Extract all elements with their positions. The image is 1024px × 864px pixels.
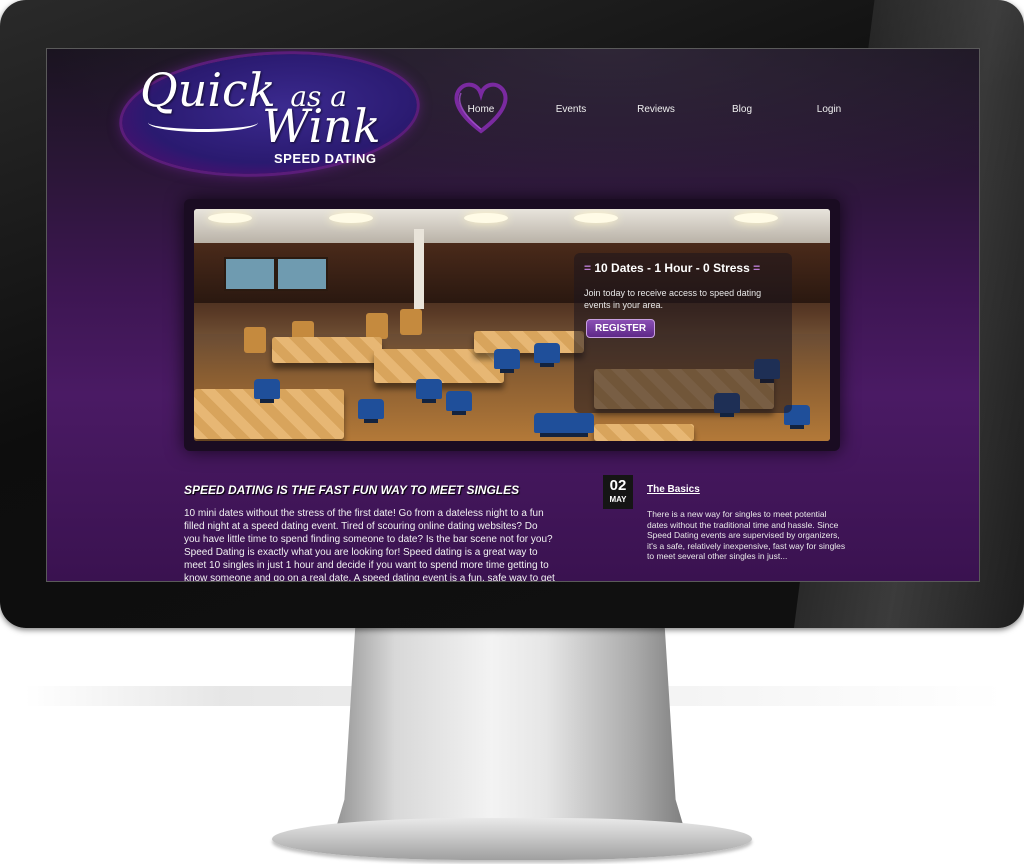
logo-subtitle: SPEED DATING [274, 151, 377, 166]
photo-window [224, 257, 276, 291]
ceiling-lamp [329, 213, 373, 223]
ceiling-lamp [734, 213, 778, 223]
chair [534, 343, 560, 363]
chair [254, 379, 280, 399]
site-logo[interactable]: Quick as a Wink SPEED DATING [118, 49, 422, 184]
nav-blog[interactable]: Blog [727, 104, 757, 115]
hero-description: Join today to receive access to speed da… [584, 288, 762, 310]
nav-events[interactable]: Events [549, 104, 593, 115]
main-nav: Home Events Reviews Blog Login [447, 75, 877, 139]
hero-title: = 10 Dates - 1 Hour - 0 Stress = [584, 261, 760, 275]
chair [400, 309, 422, 335]
website-screen: Quick as a Wink SPEED DATING Home Events… [46, 48, 980, 582]
nav-reviews[interactable]: Reviews [631, 104, 681, 115]
nav-login[interactable]: Login [811, 104, 847, 115]
post-excerpt: There is a new way for singles to meet p… [647, 509, 846, 561]
post-date-badge: 02 MAY [603, 475, 633, 509]
chair [534, 413, 594, 433]
logo-quick: Quick [140, 63, 276, 117]
monitor-stand-neck [330, 628, 690, 848]
hero-title-text: 10 Dates - 1 Hour - 0 Stress [594, 261, 750, 275]
hero-caption-box: = 10 Dates - 1 Hour - 0 Stress = Join to… [574, 253, 792, 413]
chair [358, 399, 384, 419]
chair [494, 349, 520, 369]
main-heading: SPEED DATING IS THE FAST FUN WAY TO MEET… [184, 483, 520, 497]
chair [416, 379, 442, 399]
monitor-stand-base [272, 818, 752, 860]
register-button[interactable]: REGISTER [586, 319, 656, 338]
post-title-link[interactable]: The Basics [647, 484, 700, 495]
hero-title-dash-left: = [584, 261, 592, 275]
eyelash-icon [148, 113, 258, 132]
chair [446, 391, 472, 411]
post-date-day: 02 [609, 477, 627, 494]
photo-window [276, 257, 328, 291]
photo-ceiling [194, 209, 830, 243]
hero-restaurant-photo: = 10 Dates - 1 Hour - 0 Stress = Join to… [194, 209, 830, 441]
hero-banner: = 10 Dates - 1 Hour - 0 Stress = Join to… [184, 199, 840, 451]
dining-table [374, 349, 504, 383]
ceiling-lamp [464, 213, 508, 223]
main-body-text: 10 mini dates without the stress of the … [184, 508, 555, 582]
dining-table [474, 331, 584, 353]
dining-table [594, 424, 694, 441]
hero-title-dash-right: = [753, 261, 761, 275]
ceiling-lamp [208, 213, 252, 223]
dining-table [272, 337, 382, 363]
chair [244, 327, 266, 353]
post-date-month: MAY [609, 495, 627, 504]
photo-pillar [414, 229, 424, 309]
nav-home[interactable]: Home [461, 104, 501, 115]
ceiling-lamp [574, 213, 618, 223]
logo-wink: Wink [262, 99, 381, 153]
chair [366, 313, 388, 339]
